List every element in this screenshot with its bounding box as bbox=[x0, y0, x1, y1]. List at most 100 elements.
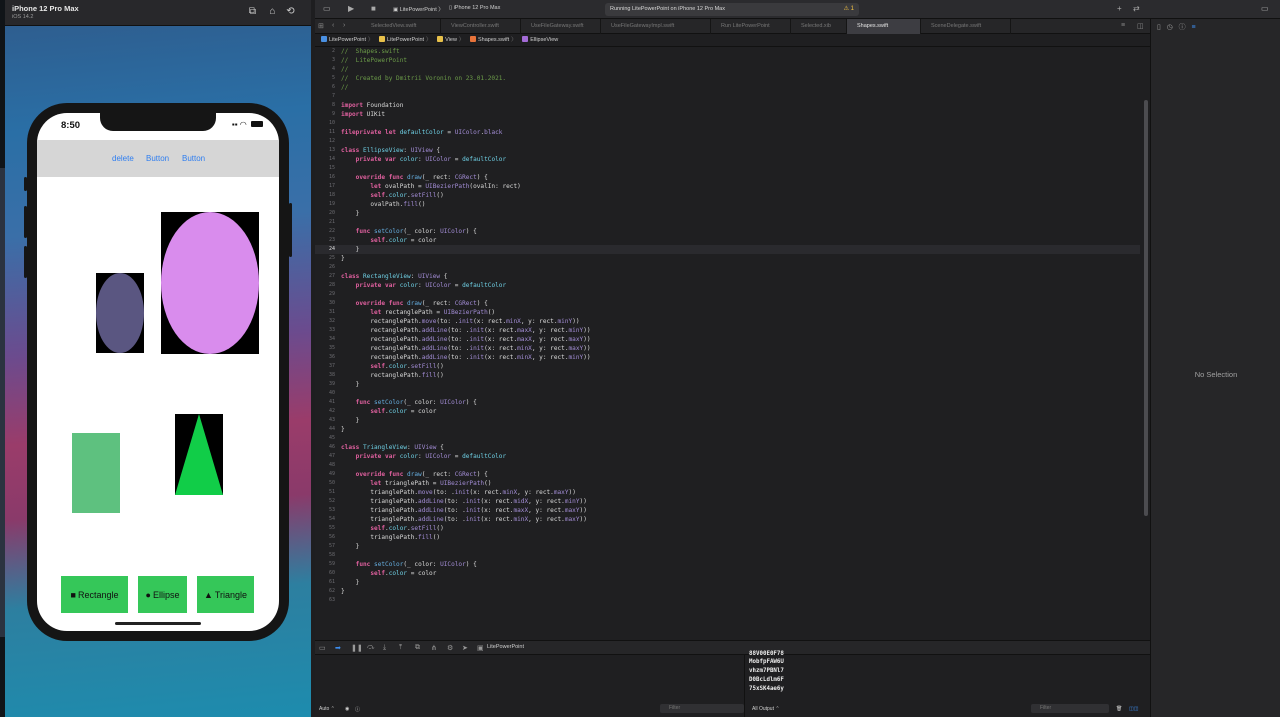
code-line[interactable]: 4 // bbox=[315, 65, 1140, 74]
layout-icon[interactable]: ⇄ bbox=[1133, 4, 1140, 13]
stop-icon[interactable]: ■ bbox=[371, 4, 376, 13]
home-indicator[interactable] bbox=[115, 622, 201, 625]
code-line[interactable]: 16 override func draw(_ rect: CGRect) { bbox=[315, 173, 1140, 182]
code-line[interactable]: 15 bbox=[315, 164, 1140, 173]
file-inspector-icon[interactable]: ▯ bbox=[1157, 24, 1161, 31]
breadcrumb-item[interactable]: LitePowerPoint bbox=[329, 37, 366, 43]
code-line[interactable]: 31 let rectanglePath = UIBezierPath() bbox=[315, 308, 1140, 317]
trash-icon[interactable]: 🗑 bbox=[1116, 706, 1122, 712]
tab-viewcontroller[interactable]: ViewController.swift bbox=[441, 19, 521, 34]
code-line[interactable]: 3 // LitePowerPoint bbox=[315, 56, 1140, 65]
code-line[interactable]: 50 let trianglePath = UIBezierPath() bbox=[315, 479, 1140, 488]
code-line[interactable]: 41 func setColor(_ color: UIColor) { bbox=[315, 398, 1140, 407]
code-line[interactable]: 13 class EllipseView: UIView { bbox=[315, 146, 1140, 155]
nav-button-1[interactable]: Button bbox=[146, 154, 169, 163]
breadcrumb-item[interactable]: EllipseView bbox=[530, 37, 558, 43]
code-line[interactable]: 63 bbox=[315, 596, 1140, 605]
code-line[interactable]: 7 bbox=[315, 92, 1140, 101]
code-line[interactable]: 51 trianglePath.move(to: .init(x: rect.m… bbox=[315, 488, 1140, 497]
tab-selectedview[interactable]: SelectedView.swift bbox=[361, 19, 441, 34]
source-editor[interactable]: 2 // Shapes.swift 3 // LitePowerPoint 4 // 5 //… bbox=[315, 47, 1150, 640]
code-line[interactable]: 25} bbox=[315, 254, 1140, 263]
code-line[interactable]: 45 bbox=[315, 434, 1140, 443]
code-line[interactable]: 53 trianglePath.addLine(to: .init(x: rec… bbox=[315, 506, 1140, 515]
scheme-selector[interactable]: ▣ LitePowerPoint 〉 bbox=[393, 5, 444, 13]
code-line[interactable]: 24 } bbox=[315, 245, 1140, 254]
nav-button-2[interactable]: Button bbox=[182, 154, 205, 163]
step-into-icon[interactable]: ⤓ bbox=[383, 644, 386, 652]
tab-scenedelegate[interactable]: SceneDelegate.swift bbox=[921, 19, 1011, 34]
code-line[interactable]: 48 bbox=[315, 461, 1140, 470]
simulator-titlebar[interactable]: iPhone 12 Pro Max iOS 14.2 ⧉ ⌂ ⟲ bbox=[5, 0, 311, 26]
code-line[interactable]: 2 // Shapes.swift bbox=[315, 47, 1140, 56]
code-line[interactable]: 26 bbox=[315, 263, 1140, 272]
code-line[interactable]: 33 rectanglePath.addLine(to: .init(x: re… bbox=[315, 326, 1140, 335]
related-items-icon[interactable]: ⊞ bbox=[318, 22, 324, 30]
location-icon[interactable]: ➤ bbox=[462, 644, 468, 652]
variables-mode-selector[interactable]: Auto ⌃ bbox=[319, 706, 335, 712]
code-line[interactable]: 49 override func draw(_ rect: CGRect) { bbox=[315, 470, 1140, 479]
code-line[interactable]: 62} bbox=[315, 587, 1140, 596]
code-line[interactable]: 14 private var color: UIColor = defaultC… bbox=[315, 155, 1140, 164]
code-line[interactable]: 43 } bbox=[315, 416, 1140, 425]
history-inspector-icon[interactable]: ◷ bbox=[1167, 24, 1173, 31]
code-line[interactable]: 12 bbox=[315, 137, 1140, 146]
memory-graph-icon[interactable]: ⋔ bbox=[431, 644, 437, 652]
split-console-icon[interactable]: ◫◫ bbox=[1129, 706, 1138, 712]
code-line[interactable]: 42 self.color = color bbox=[315, 407, 1140, 416]
code-line[interactable]: 56 trianglePath.fill() bbox=[315, 533, 1140, 542]
code-line[interactable]: 34 rectanglePath.addLine(to: .init(x: re… bbox=[315, 335, 1140, 344]
warning-indicator[interactable]: ⚠ 1 bbox=[844, 3, 854, 16]
code-line[interactable]: 21 bbox=[315, 218, 1140, 227]
code-line[interactable]: 54 trianglePath.addLine(to: .init(x: rec… bbox=[315, 515, 1140, 524]
add-icon[interactable]: + bbox=[1117, 4, 1122, 13]
code-line[interactable]: 11 fileprivate let defaultColor = UIColor… bbox=[315, 128, 1140, 137]
inspector-toggle-icon[interactable]: ▭ bbox=[1261, 4, 1269, 13]
destination-selector[interactable]: ▯ iPhone 12 Pro Max bbox=[449, 5, 500, 11]
code-line[interactable]: 28 private var color: UIColor = defaultC… bbox=[315, 281, 1140, 290]
code-line[interactable]: 22 func setColor(_ color: UIColor) { bbox=[315, 227, 1140, 236]
forward-icon[interactable]: › bbox=[343, 22, 345, 29]
code-line[interactable]: 38 rectanglePath.fill() bbox=[315, 371, 1140, 380]
delete-button[interactable]: delete bbox=[112, 154, 134, 163]
breadcrumb-item[interactable]: Shapes.swift bbox=[478, 37, 509, 43]
code-line[interactable]: 6 // bbox=[315, 83, 1140, 92]
code-line[interactable]: 46 class TriangleView: UIView { bbox=[315, 443, 1140, 452]
view-hierarchy-icon[interactable]: ⧉ bbox=[415, 644, 420, 652]
console-output[interactable]: 88V00E0F78 MobfpFAW6U vhzm7PBNl7 D0BcLdl… bbox=[746, 651, 1150, 717]
home-icon[interactable]: ⌂ bbox=[267, 7, 278, 17]
code-line[interactable]: 59 func setColor(_ color: UIColor) { bbox=[315, 560, 1140, 569]
console-filter-input[interactable]: Filter bbox=[1031, 704, 1109, 713]
tab-usefilegatewayimpl[interactable]: UseFileGatewayImpl.swift bbox=[601, 19, 711, 34]
code-line[interactable]: 36 rectanglePath.addLine(to: .init(x: re… bbox=[315, 353, 1140, 362]
code-line[interactable]: 17 let ovalPath = UIBezierPath(ovalIn: r… bbox=[315, 182, 1140, 191]
code-line[interactable]: 39 } bbox=[315, 380, 1140, 389]
tab-usefilegateway[interactable]: UseFileGateway.swift bbox=[521, 19, 601, 34]
screenshot-icon[interactable]: ⧉ bbox=[247, 7, 258, 17]
eye-icon[interactable]: ◉ bbox=[345, 706, 349, 712]
breadcrumb-item[interactable]: LitePowerPoint bbox=[387, 37, 424, 43]
code-line[interactable]: 55 self.color.setFill() bbox=[315, 524, 1140, 533]
code-line[interactable]: 40 bbox=[315, 389, 1140, 398]
back-icon[interactable]: ‹ bbox=[332, 22, 334, 29]
pause-icon[interactable]: ❚❚ bbox=[351, 644, 363, 652]
code-line[interactable]: 44} bbox=[315, 425, 1140, 434]
ellipse-view-small[interactable] bbox=[96, 273, 144, 353]
run-icon[interactable]: ▶ bbox=[348, 4, 354, 13]
environment-icon[interactable]: ⚙ bbox=[447, 644, 453, 652]
add-triangle-button[interactable]: ▲ Triangle bbox=[197, 576, 254, 613]
code-line[interactable]: 5 // Created by Dmitrii Voronin on 23.01.… bbox=[315, 74, 1140, 83]
code-line[interactable]: 37 self.color.setFill() bbox=[315, 362, 1140, 371]
breadcrumb-item[interactable]: View bbox=[445, 37, 457, 43]
code-line[interactable]: 10 bbox=[315, 119, 1140, 128]
code-line[interactable]: 35 rectanglePath.addLine(to: .init(x: re… bbox=[315, 344, 1140, 353]
breakpoints-icon[interactable]: ➡ bbox=[335, 644, 341, 652]
add-ellipse-button[interactable]: ● Ellipse bbox=[138, 576, 187, 613]
code-line[interactable]: 23 self.color = color bbox=[315, 236, 1140, 245]
ellipse-view-large[interactable] bbox=[161, 212, 259, 354]
code-line[interactable]: 47 private var color: UIColor = defaultC… bbox=[315, 452, 1140, 461]
step-over-icon[interactable]: ⤼ bbox=[367, 644, 374, 652]
add-rectangle-button[interactable]: ■ Rectangle bbox=[61, 576, 128, 613]
code-line[interactable]: 30 override func draw(_ rect: CGRect) { bbox=[315, 299, 1140, 308]
code-line[interactable]: 18 self.color.setFill() bbox=[315, 191, 1140, 200]
